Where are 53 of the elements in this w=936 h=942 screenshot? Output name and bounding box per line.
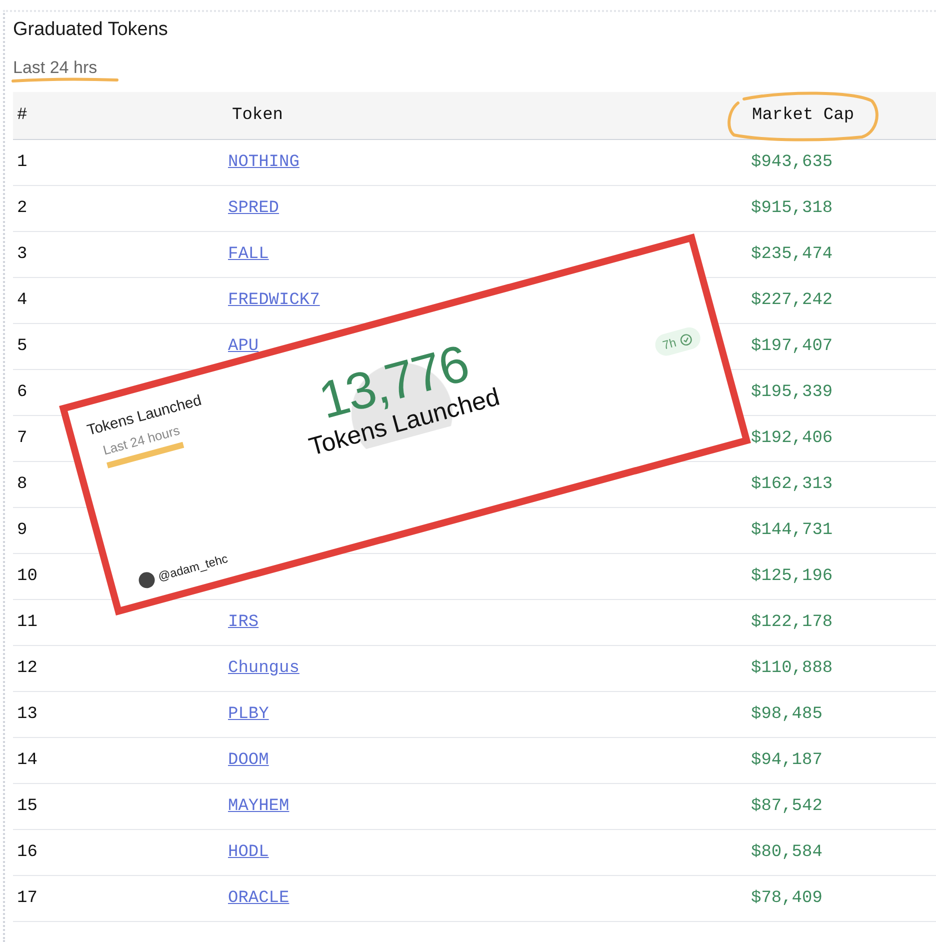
rank: 15 [17,796,38,816]
rank: 17 [17,888,38,908]
rank: 11 [17,612,38,632]
token-link[interactable]: DOOM [228,750,269,770]
rank: 4 [17,290,28,310]
rank: 6 [17,382,28,402]
subtitle: Last 24 hrs [13,56,98,78]
rank: 8 [17,474,28,494]
token-link[interactable]: MAYHEM [228,796,290,816]
market-cap: $87,542 [751,796,822,816]
rank: 3 [17,244,28,264]
market-cap: $80,584 [751,842,822,862]
market-cap: $144,731 [751,520,833,540]
market-cap: $943,635 [751,152,833,172]
section-title: Graduated Tokens [13,18,168,42]
token-link[interactable]: SPRED [228,198,280,218]
market-cap: $98,485 [751,704,822,724]
check-icon [678,331,694,348]
column-header: Market Cap [752,106,854,125]
rank: 13 [17,704,38,724]
market-cap: $78,409 [751,888,822,908]
rank: 10 [17,566,38,586]
token-link[interactable]: Chungus [228,658,300,678]
token-link[interactable]: FREDWICK7 [228,290,320,310]
column-header: Token [232,106,284,125]
market-cap: $192,406 [751,428,833,448]
column-header: # [17,106,28,125]
market-cap: $195,339 [751,382,833,402]
market-cap: $125,196 [751,566,833,586]
token-link[interactable]: ORACLE [228,888,290,908]
token-link[interactable]: NOTHING [228,152,300,172]
market-cap: $197,407 [751,336,833,356]
market-cap: $110,888 [751,658,833,678]
market-cap: $227,242 [751,290,833,310]
rank: 14 [17,750,38,770]
rank: 5 [17,336,28,356]
time-label: 7h [660,334,678,354]
rank: 1 [17,152,28,172]
token-link[interactable]: IRS [228,612,259,632]
market-cap: $915,318 [751,198,833,218]
rank: 12 [17,658,38,678]
token-link[interactable]: FALL [228,244,269,264]
rank: 9 [17,520,28,540]
market-cap: $94,187 [751,750,822,770]
market-cap: $122,178 [751,612,833,632]
token-link[interactable]: PLBY [228,704,269,724]
rank: 16 [17,842,38,862]
rank: 7 [17,428,28,448]
rank: 2 [17,198,28,218]
token-link[interactable]: HODL [228,842,269,862]
token-link[interactable]: APU [228,336,259,356]
market-cap: $235,474 [751,244,833,264]
market-cap: $162,313 [751,474,833,494]
